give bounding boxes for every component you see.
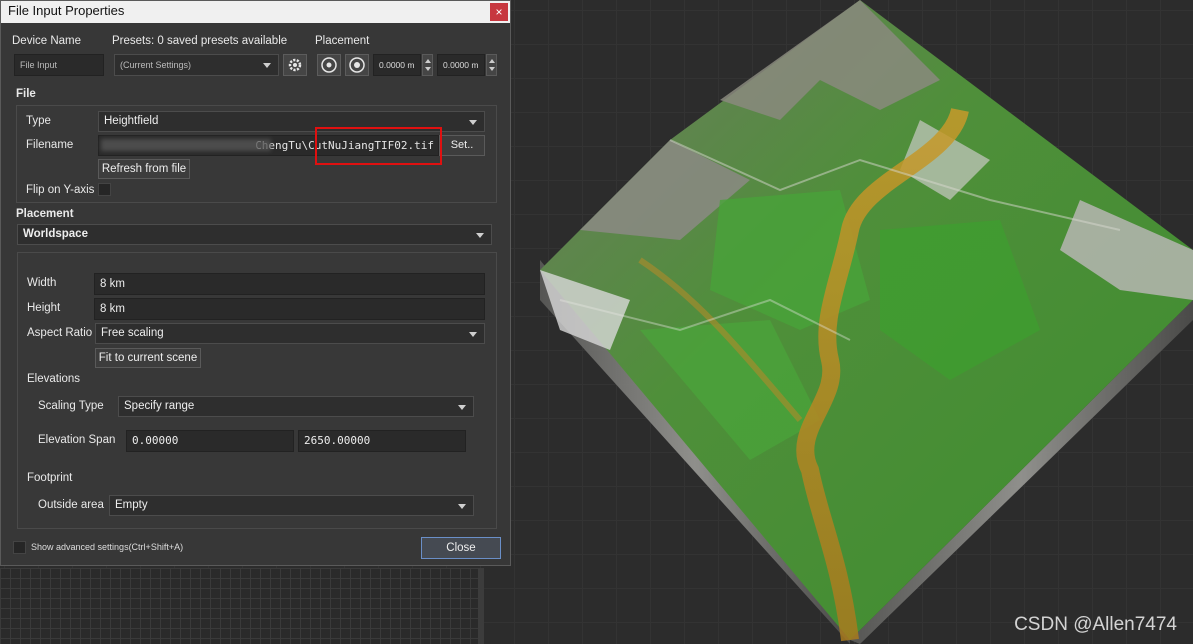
placement-reset-button[interactable] (317, 54, 341, 76)
presets-settings-button[interactable] (283, 54, 307, 76)
scaling-type-dropdown[interactable]: Specify range (118, 396, 474, 417)
placement-center-button[interactable] (345, 54, 369, 76)
type-label: Type (26, 115, 51, 127)
rotate-target-icon (321, 57, 337, 73)
height-field[interactable]: 8 km (94, 298, 485, 320)
device-name-field[interactable]: File Input (14, 54, 104, 76)
elevations-label: Elevations (27, 373, 81, 385)
presets-label: Presets: 0 saved presets available (112, 35, 288, 47)
height-label: Height (27, 302, 61, 314)
chevron-down-icon (469, 119, 477, 125)
type-value: Heightfield (104, 115, 159, 127)
file-section-label: File (16, 88, 36, 100)
placement-y-spinner[interactable] (486, 54, 497, 76)
annotation-highlight-box (315, 127, 442, 165)
aspect-ratio-label: Aspect Ratio (27, 327, 93, 339)
advanced-settings-checkbox[interactable] (13, 541, 26, 554)
gear-icon (288, 58, 302, 72)
elevation-max-field[interactable]: 2650.00000 (298, 430, 466, 452)
presets-dropdown[interactable]: (Current Settings) (114, 54, 279, 76)
placement-section-label: Placement (16, 208, 74, 220)
terrain-render[interactable] (520, 0, 1193, 644)
redacted-path (101, 139, 271, 151)
placement-y-field[interactable]: 0.0000 m (437, 54, 485, 76)
chevron-down-icon (458, 404, 466, 410)
outside-area-dropdown[interactable]: Empty (109, 495, 474, 516)
close-button[interactable]: Close (421, 537, 501, 559)
chevron-down-icon (263, 63, 271, 68)
close-window-button[interactable]: × (490, 3, 508, 21)
placement-x-field[interactable]: 0.0000 m (373, 54, 421, 76)
presets-value: (Current Settings) (120, 60, 192, 70)
elevation-min-field[interactable]: 0.00000 (126, 430, 294, 452)
device-name-label: Device Name (12, 35, 82, 47)
chevron-down-icon (469, 331, 477, 337)
workspace: CSDN @Allen7474 File Input Properties × … (0, 0, 1193, 644)
window-title: File Input Properties (8, 3, 125, 18)
placement-mode-dropdown[interactable]: Worldspace (17, 224, 492, 245)
flip-y-label: Flip on Y-axis (26, 184, 95, 196)
aspect-ratio-dropdown[interactable]: Free scaling (95, 323, 485, 344)
fit-to-scene-button[interactable]: Fit to current scene (95, 348, 201, 368)
flip-y-checkbox[interactable] (98, 183, 111, 196)
outside-area-value: Empty (115, 499, 148, 511)
title-bar[interactable]: File Input Properties × (1, 1, 510, 23)
advanced-settings-label: Show advanced settings(Ctrl+Shift+A) (31, 542, 184, 552)
outside-area-label: Outside area (38, 499, 104, 511)
scaling-type-label: Scaling Type (38, 400, 104, 412)
file-input-dialog: File Input Properties × Device Name File… (0, 0, 511, 566)
placement-x-spinner[interactable] (422, 54, 433, 76)
footprint-label: Footprint (27, 472, 73, 484)
width-field[interactable]: 8 km (94, 273, 485, 295)
chevron-down-icon (476, 232, 484, 238)
chevron-down-icon (458, 503, 466, 509)
left-panel-grid (0, 568, 484, 644)
filename-label: Filename (26, 139, 74, 151)
refresh-from-file-button[interactable]: Refresh from file (98, 159, 190, 179)
placement-header-label: Placement (315, 35, 370, 47)
aspect-ratio-value: Free scaling (101, 327, 164, 339)
elevation-span-label: Elevation Span (38, 434, 116, 446)
width-label: Width (27, 277, 57, 289)
scaling-type-value: Specify range (124, 400, 195, 412)
target-icon (349, 57, 365, 73)
set-filename-button[interactable]: Set.. (439, 135, 485, 156)
watermark-text: CSDN @Allen7474 (1014, 614, 1177, 635)
placement-mode-value: Worldspace (23, 228, 88, 240)
